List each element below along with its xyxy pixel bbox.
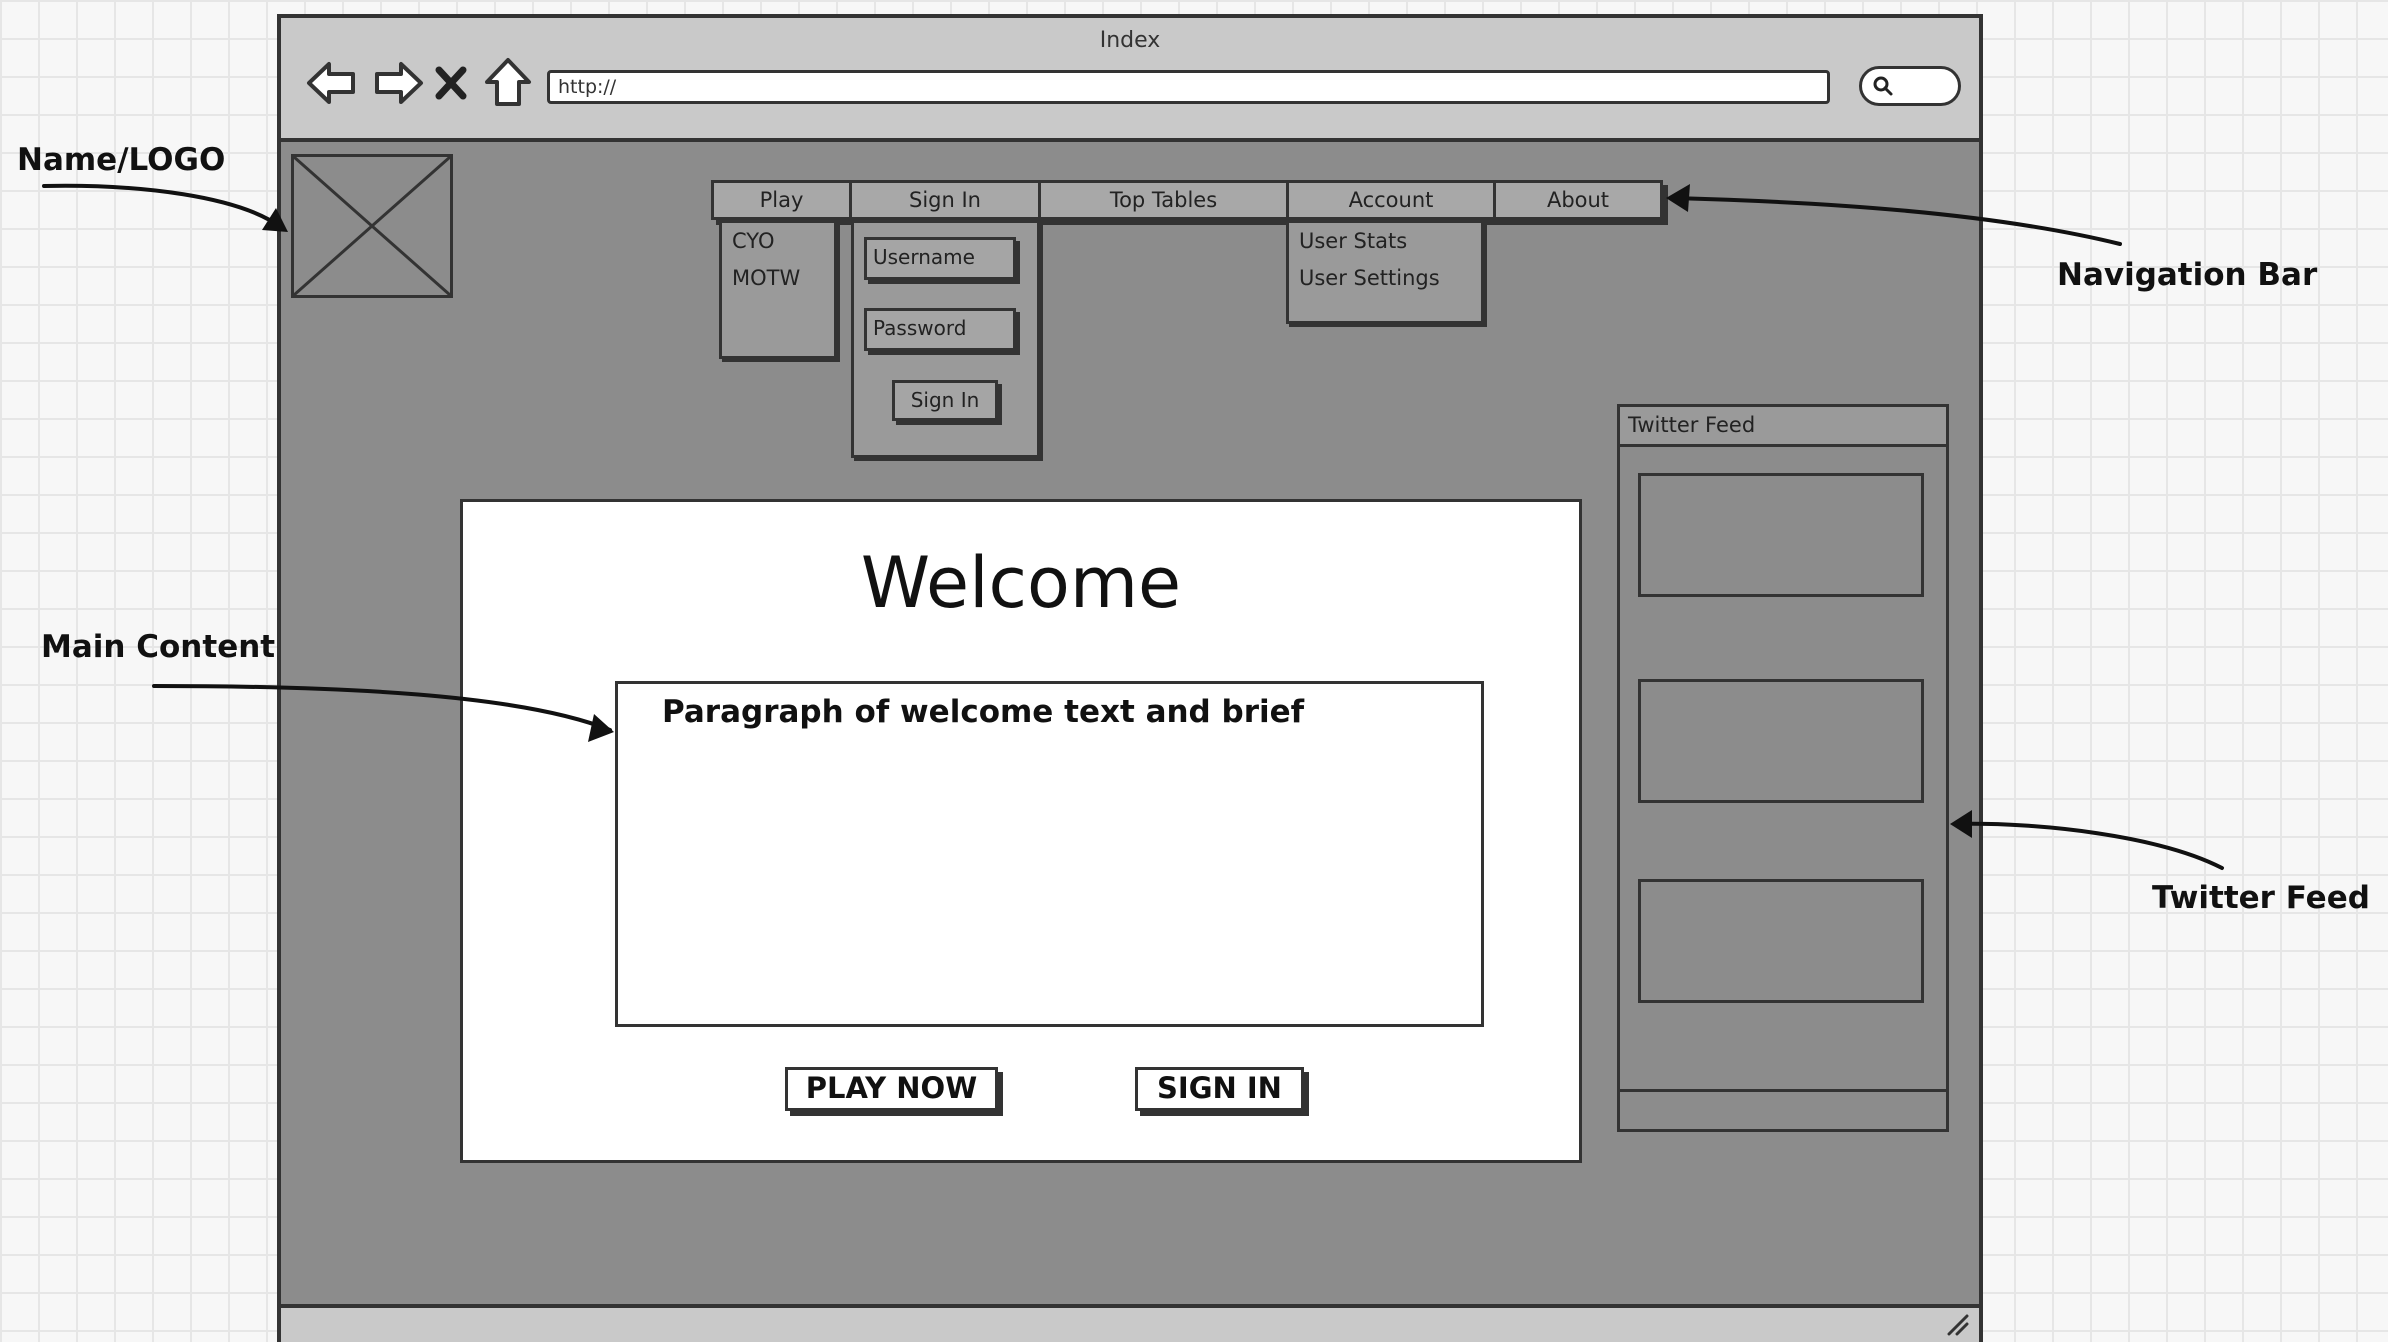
callout-label-main-content: Main Content — [41, 629, 276, 665]
callout-label-twitter-feed: Twitter Feed — [2152, 880, 2370, 916]
main-callout-arrow — [152, 684, 612, 732]
callout-arrows — [42, 183, 2224, 870]
twitter-callout-arrow — [1954, 821, 2224, 870]
callout-label-navigation-bar: Navigation Bar — [2057, 257, 2318, 293]
callout-label-logo: Name/LOGO — [17, 142, 226, 178]
nav-callout-arrow — [1672, 196, 2122, 246]
logo-callout-arrow — [42, 183, 284, 230]
